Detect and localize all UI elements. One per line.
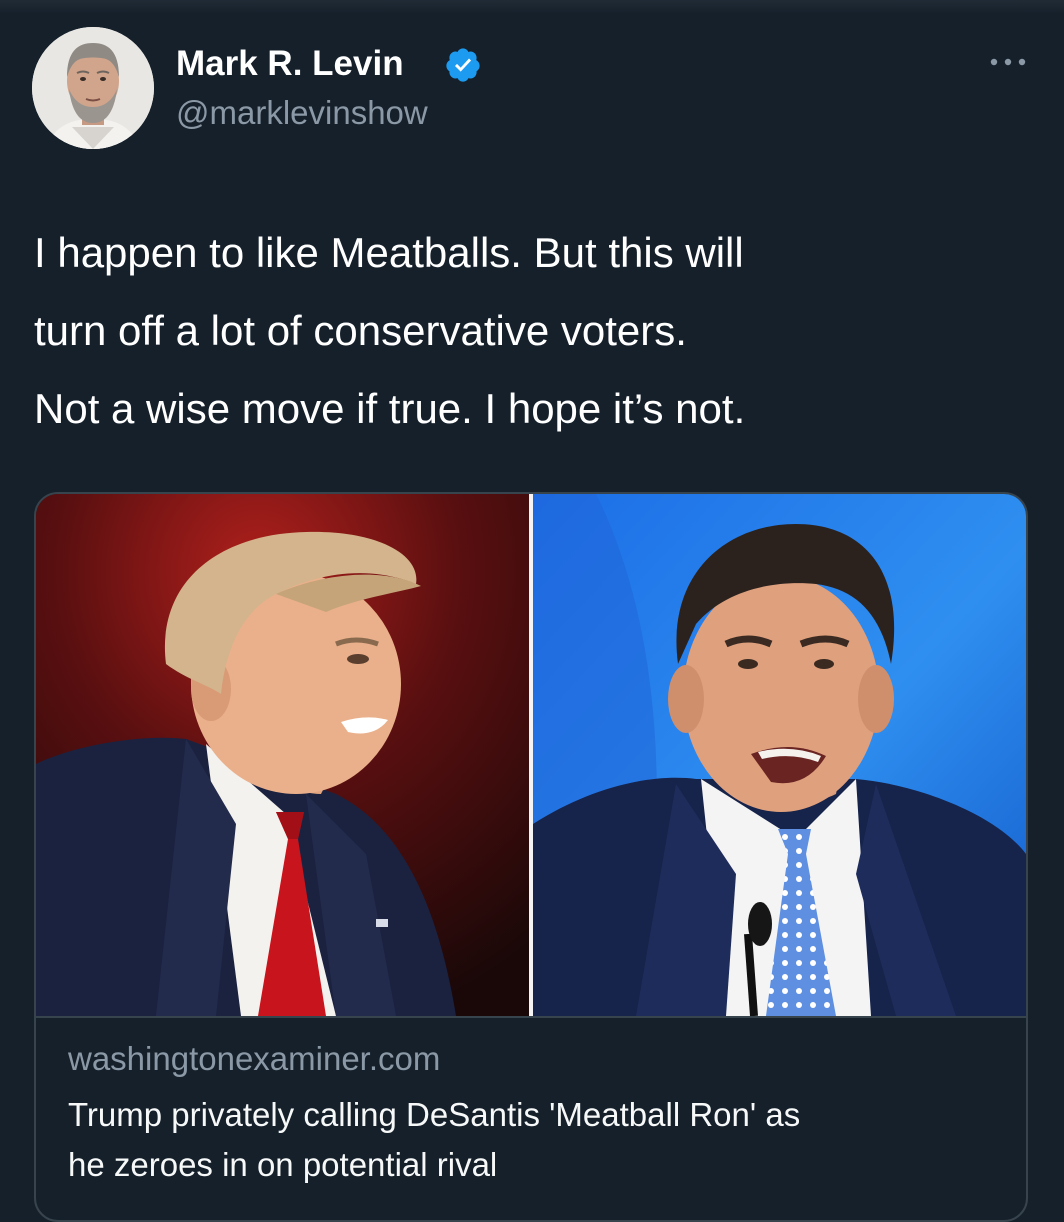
author-display-name[interactable]: Mark R. Levin (176, 42, 404, 86)
tweet-text-line: turn off a lot of conservative voters. (34, 307, 687, 354)
author-handle[interactable]: @marklevinshow (176, 92, 428, 134)
tweet-text-line: Not a wise move if true. I hope it’s not… (34, 385, 746, 432)
article-photo-two-politicians (36, 494, 1026, 1016)
card-title-line: Trump privately calling DeSantis 'Meatba… (68, 1096, 801, 1133)
card-title: Trump privately calling DeSantis 'Meatba… (68, 1090, 998, 1190)
tweet-text: I happen to like Meatballs. But this wil… (34, 214, 1044, 448)
avatar-photo (32, 27, 154, 149)
card-title-line: he zeroes in on potential rival (68, 1146, 498, 1183)
link-preview-card[interactable]: washingtonexaminer.com Trump privately c… (34, 492, 1028, 1222)
verified-badge-icon (444, 46, 482, 84)
card-domain: washingtonexaminer.com (68, 1040, 441, 1077)
top-edge (0, 0, 1064, 14)
more-options-icon[interactable] (980, 44, 1036, 80)
author-avatar[interactable] (32, 27, 154, 149)
tweet-text-line: I happen to like Meatballs. But this wil… (34, 229, 744, 276)
card-divider (36, 1016, 1026, 1018)
